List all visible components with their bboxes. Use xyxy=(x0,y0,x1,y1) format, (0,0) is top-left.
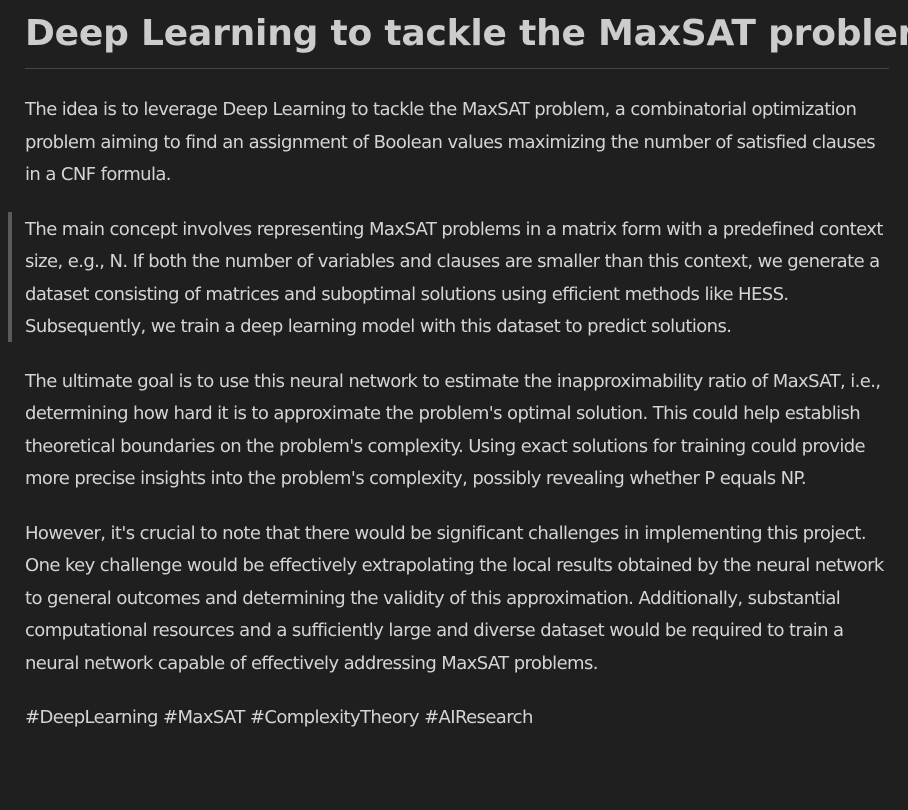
blockquote-bar xyxy=(8,211,12,342)
title-divider xyxy=(25,68,889,69)
hashtags: #DeepLearning #MaxSAT #ComplexityTheory … xyxy=(25,707,533,728)
main-concept-paragraph: The main concept involves representing M… xyxy=(25,218,883,338)
goal-paragraph: The ultimate goal is to use this neural … xyxy=(25,370,881,490)
intro-paragraph: The idea is to leverage Deep Learning to… xyxy=(25,99,876,185)
markdown-preview: Deep Learning to tackle the MaxSAT probl… xyxy=(8,0,908,735)
blockquote: The main concept involves representing M… xyxy=(8,211,889,344)
document-title: Deep Learning to tackle the MaxSAT probl… xyxy=(25,13,908,54)
challenges-paragraph: However, it's crucial to note that there… xyxy=(25,522,884,674)
